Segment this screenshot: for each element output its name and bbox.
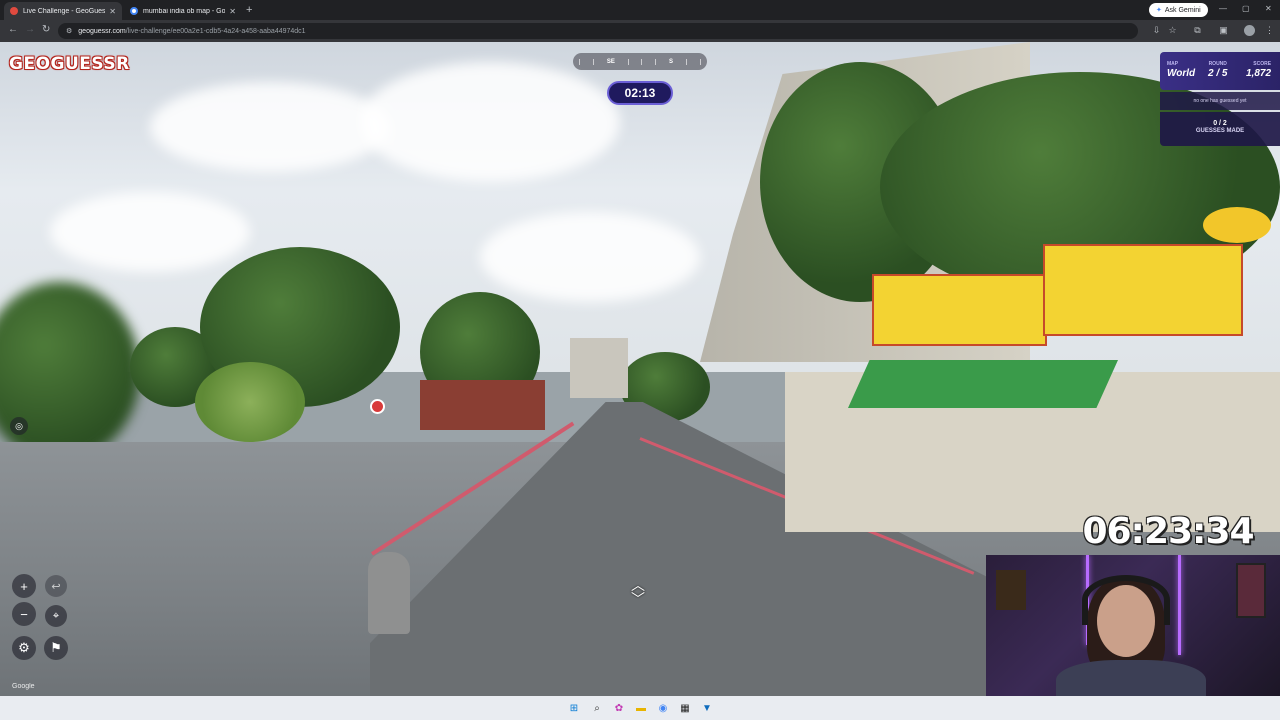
file-explorer-icon[interactable]: ▬ — [634, 701, 648, 715]
score-value: 1,872 — [1246, 68, 1272, 79]
guesses-count: 0 / 2 — [1213, 120, 1227, 127]
neon-light — [1178, 555, 1181, 655]
compass-heading-se: SE — [606, 58, 615, 65]
shelf — [996, 570, 1026, 610]
wall-poster — [1236, 563, 1266, 618]
return-to-start-icon[interactable]: ⌖ — [45, 605, 67, 627]
willow-tree — [195, 362, 305, 442]
score-label: SCORE — [1253, 61, 1272, 67]
map-stat: MAP World — [1167, 61, 1195, 79]
map-label: MAP — [1167, 61, 1179, 67]
lantern — [1203, 207, 1271, 243]
shop-sign-left — [872, 274, 1047, 346]
gemini-icon: ✦ — [1156, 7, 1162, 14]
profile-avatar[interactable] — [1244, 25, 1255, 36]
windows-taskbar: ⊞ ⌕ ✿ ▬ ◉ ▦ ▼ — [0, 696, 1280, 720]
chrome-icon[interactable]: ◉ — [656, 701, 670, 715]
browser-tab-bar: Live Challenge - GeoGuessr ✕ mumbai indi… — [0, 0, 1280, 20]
forward-icon[interactable]: → — [25, 24, 35, 35]
score-stat: SCORE 1,872 — [1246, 61, 1271, 79]
extensions-icon[interactable]: ⧉ — [1192, 25, 1203, 36]
guess-status-note: no one has guessed yet — [1160, 92, 1280, 110]
stone-bollard — [368, 552, 410, 634]
tab-live-challenge[interactable]: Live Challenge - GeoGuessr ✕ — [4, 2, 122, 20]
copilot-icon[interactable]: ✿ — [612, 701, 626, 715]
streamer-body — [1056, 660, 1206, 696]
search-icon[interactable]: ⌕ — [590, 701, 604, 715]
ask-gemini-button[interactable]: ✦ Ask Gemini — [1149, 3, 1208, 17]
maximize-icon[interactable]: ▢ — [1242, 4, 1250, 13]
zoom-in-button[interactable]: + — [12, 574, 36, 598]
arrow-back-icon[interactable]: ﹀ — [618, 592, 658, 606]
webcam-feed — [986, 555, 1280, 696]
arrow-forward-icon[interactable]: ︿ — [618, 578, 658, 592]
menu-icon[interactable]: ⋮ — [1264, 25, 1275, 36]
address-toolbar: ← → ↻ ⚙ geoguessr.com /live-challenge/ee… — [0, 20, 1280, 42]
google-icon — [130, 7, 138, 15]
url-path: /live-challenge/ee00a2e1-cdb5-4a24-a458-… — [125, 27, 306, 35]
tab-google-search[interactable]: mumbai india ob map - Google ✕ — [124, 2, 242, 20]
reload-icon[interactable]: ↻ — [42, 24, 50, 35]
distant-building — [570, 338, 628, 398]
new-tab-button[interactable]: + — [246, 4, 252, 16]
settings-icon[interactable]: ⚙ — [12, 636, 36, 660]
round-label: ROUND — [1208, 61, 1227, 67]
bookmark-star-icon[interactable]: ☆ — [1167, 25, 1178, 36]
round-value: 2 / 5 — [1208, 68, 1228, 79]
stream-clock: 06:23:34 — [1082, 511, 1254, 552]
compass: SE S — [573, 53, 707, 70]
close-icon[interactable]: ✕ — [229, 7, 236, 16]
undo-move-button[interactable]: ↩ — [45, 575, 67, 597]
url-bar[interactable]: ⚙ geoguessr.com /live-challenge/ee00a2e1… — [58, 23, 1138, 39]
guesses-made-panel: 0 / 2 GUESSES MADE — [1160, 112, 1280, 146]
ask-gemini-label: Ask Gemini — [1164, 6, 1201, 14]
no-entry-sign — [370, 399, 385, 414]
close-window-icon[interactable]: ✕ — [1265, 4, 1272, 13]
flag-icon[interactable]: ⚑ — [44, 636, 68, 660]
round-timer: 02:13 — [607, 81, 673, 105]
headset — [1082, 575, 1170, 625]
tab-title: mumbai india ob map - Google — [143, 7, 226, 15]
movement-arrows[interactable]: ︿ ﹀ — [618, 578, 658, 606]
back-icon[interactable]: ← — [8, 24, 18, 35]
site-info-icon[interactable]: ⚙ — [66, 27, 72, 35]
google-watermark: Google — [12, 683, 35, 690]
install-app-icon[interactable]: ⇩ — [1151, 25, 1162, 36]
brick-building — [420, 380, 545, 430]
side-panel-icon[interactable]: ▣ — [1218, 25, 1229, 36]
compass-heading-s: S — [668, 58, 673, 65]
round-stat: ROUND 2 / 5 — [1208, 61, 1227, 79]
zoom-out-button[interactable]: − — [12, 602, 36, 626]
url-host: geoguessr.com — [78, 27, 126, 35]
start-icon[interactable]: ⊞ — [567, 701, 581, 715]
geoguessr-logo[interactable]: GEOGUESSR — [9, 54, 130, 74]
game-status-panel: MAP World ROUND 2 / 5 SCORE 1,872 — [1160, 52, 1280, 90]
location-pin-icon — [10, 7, 18, 15]
tab-title: Live Challenge - GeoGuessr — [23, 7, 106, 15]
minimize-icon[interactable]: — — [1219, 4, 1227, 13]
shop-sign-right — [1043, 244, 1243, 336]
green-awning — [848, 360, 1118, 408]
guesses-label: GUESSES MADE — [1195, 128, 1245, 134]
close-icon[interactable]: ✕ — [109, 7, 116, 16]
map-value: World — [1167, 68, 1196, 79]
panorama-icon[interactable]: ◎ — [10, 417, 28, 435]
app-icon[interactable]: ▼ — [700, 701, 714, 715]
obs-icon[interactable]: ▦ — [678, 701, 692, 715]
